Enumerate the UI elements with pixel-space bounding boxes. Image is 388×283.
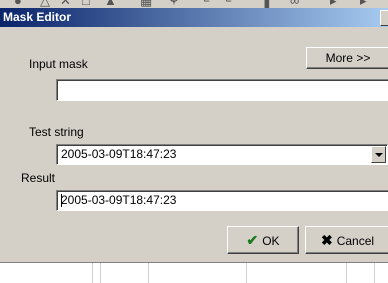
toolbar-icon: ▐ — [260, 0, 270, 8]
mask-editor-dialog: Mask Editor Input mask More >> Test stri… — [0, 8, 388, 262]
ok-button[interactable]: ✔ OK — [227, 226, 299, 254]
title-bar[interactable]: Mask Editor — [0, 8, 388, 27]
result-value: 2005-03-09T18:47:23 — [61, 193, 177, 207]
background-grid — [0, 262, 388, 283]
test-string-label: Test string — [29, 125, 84, 139]
ok-button-label: OK — [262, 234, 280, 248]
toolbar-icon: □ — [82, 0, 90, 8]
toolbar-icon: ▲ — [104, 0, 117, 8]
grid-line — [346, 263, 347, 283]
grid-line — [92, 263, 93, 283]
more-button-label: More >> — [325, 51, 371, 65]
cancel-button[interactable]: ✖ Cancel — [305, 226, 388, 254]
toolbar-icon: ∞ — [290, 0, 300, 8]
close-button[interactable] — [380, 10, 388, 26]
grid-line — [148, 263, 149, 283]
result-field[interactable]: 2005-03-09T18:47:23 — [56, 190, 388, 211]
input-mask-label: Input mask — [29, 57, 88, 71]
grid-line — [374, 263, 375, 283]
result-label: Result — [21, 171, 56, 185]
toolbar-icon: ● — [14, 0, 22, 8]
grid-line — [100, 263, 101, 283]
test-string-combobox[interactable]: 2005-03-09T18:47:23 — [56, 144, 388, 165]
test-string-value: 2005-03-09T18:47:23 — [61, 147, 177, 161]
test-string-dropdown-button[interactable] — [371, 146, 386, 163]
chevron-down-icon — [375, 153, 383, 157]
toolbar-icon: └ — [222, 0, 232, 8]
check-icon: ✔ — [246, 232, 259, 248]
input-mask-field[interactable] — [56, 79, 388, 101]
dialog-title: Mask Editor — [3, 10, 72, 24]
grid-line — [246, 263, 247, 283]
cross-icon: ✖ — [320, 232, 333, 248]
more-button[interactable]: More >> — [306, 47, 388, 69]
toolbar-icon: └ — [200, 0, 210, 8]
dialog-body: Input mask More >> Test string 2005-03-0… — [0, 27, 388, 262]
cancel-button-label: Cancel — [336, 234, 375, 248]
